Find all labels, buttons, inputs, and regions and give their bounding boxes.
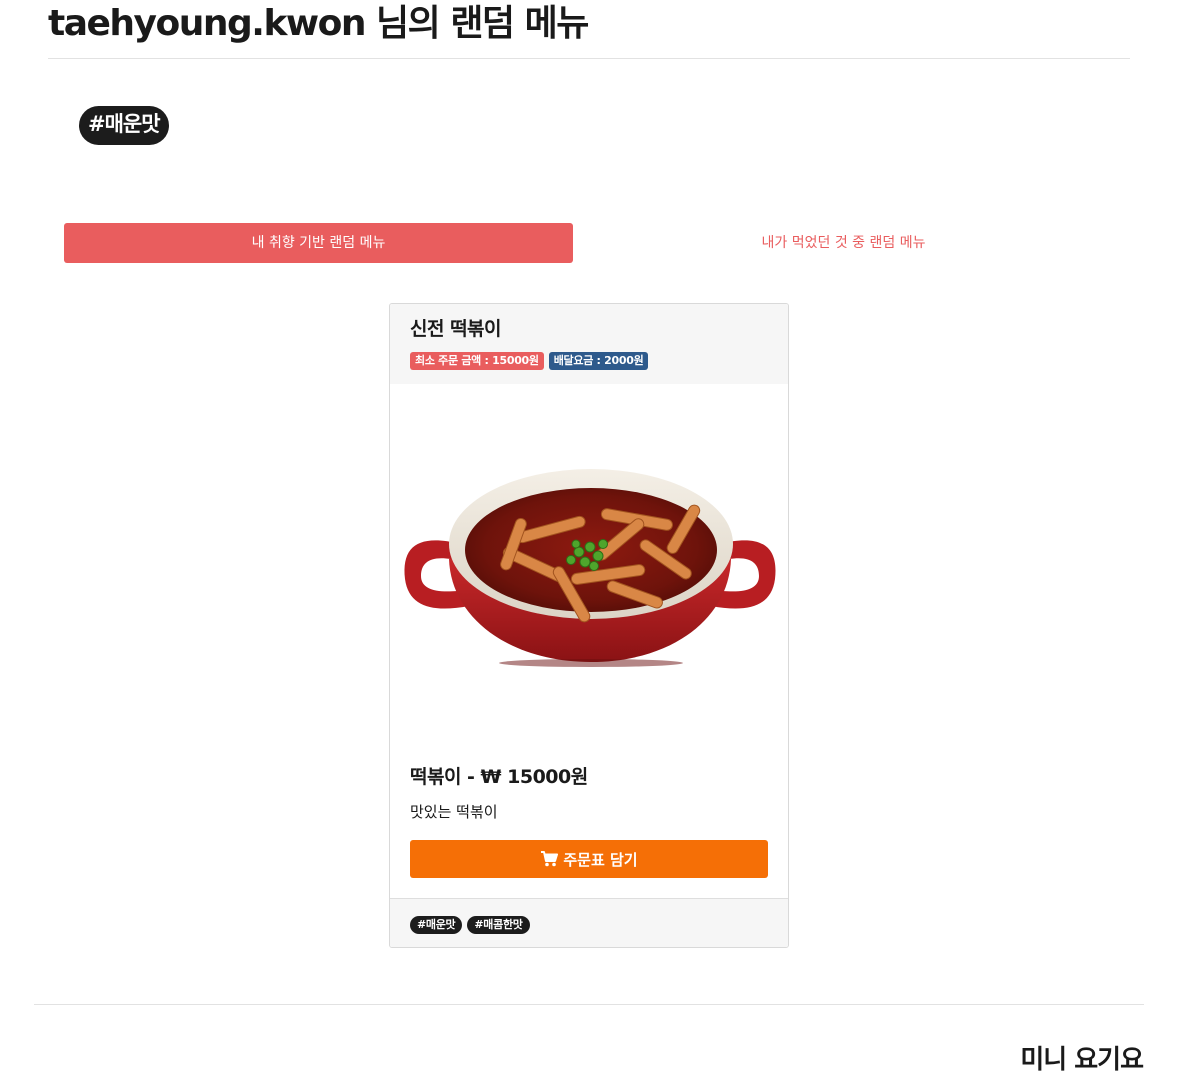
- tab-taste-based-random-menu[interactable]: 내 취향 기반 랜덤 메뉴: [64, 223, 573, 263]
- delivery-fee-badge: 배달요금 : 2000원: [548, 352, 649, 370]
- cart-icon: [541, 851, 559, 867]
- card-footer: #매운맛 #매콤한맛: [390, 898, 788, 947]
- menu-description: 맛있는 떡볶이: [410, 803, 498, 821]
- store-name: 신전 떡볶이: [410, 318, 502, 340]
- add-to-order-label: 주문표 담기: [563, 850, 638, 869]
- footer-brand: 미니 요기요: [1020, 1045, 1144, 1075]
- min-order-badge: 최소 주문 금액 : 15000원: [410, 352, 544, 370]
- menu-card: 신전 떡볶이 최소 주문 금액 : 15000원 배달요금 : 2000원 떡볶…: [389, 303, 789, 948]
- menu-tag: #매운맛: [410, 916, 463, 934]
- tab-eaten-random-menu[interactable]: 내가 먹었던 것 중 랜덤 메뉴: [589, 223, 1098, 263]
- add-to-order-button[interactable]: 주문표 담기: [410, 840, 768, 878]
- store-badges: 최소 주문 금액 : 15000원 배달요금 : 2000원: [410, 352, 768, 370]
- footer-divider: [34, 1004, 1144, 1005]
- page-title: taehyoung.kwon 님의 랜덤 메뉴: [48, 2, 1130, 59]
- tteokbokki-dish-image: [404, 469, 776, 667]
- card-header: 신전 떡볶이 최소 주문 금액 : 15000원 배달요금 : 2000원: [390, 304, 788, 384]
- menu-tag: #매콤한맛: [467, 916, 530, 934]
- menu-title: 떡볶이 - ₩ 15000원: [410, 766, 588, 788]
- taste-tag: #매운맛: [79, 106, 169, 145]
